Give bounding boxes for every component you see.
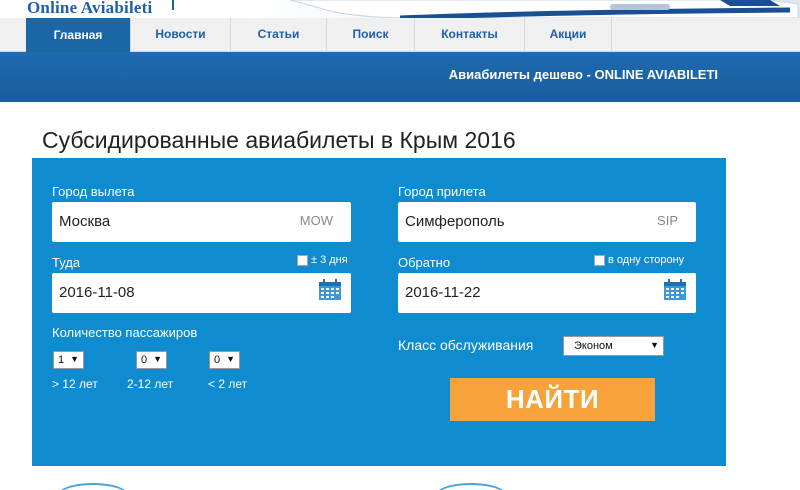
- header-airplane-image: [250, 0, 800, 18]
- nav-item-home[interactable]: Главная: [26, 18, 130, 52]
- nav-item-promotions[interactable]: Акции: [524, 18, 612, 52]
- nav-item-articles[interactable]: Статьи: [230, 18, 326, 52]
- children-select[interactable]: 0 ▼: [136, 351, 167, 369]
- children-age-label: 2-12 лет: [127, 377, 174, 391]
- site-banner: Авиабилеты дешево - ONLINE AVIABILETI: [0, 52, 800, 102]
- depart-date-label: Туда: [52, 255, 81, 270]
- one-way-checkbox[interactable]: [594, 254, 605, 266]
- to-city-label: Город прилета: [398, 184, 486, 199]
- return-date-label: Обратно: [398, 255, 451, 270]
- chevron-down-icon: ▼: [226, 354, 235, 364]
- infants-select[interactable]: 0 ▼: [209, 351, 240, 369]
- passengers-label: Количество пассажиров: [52, 325, 198, 340]
- one-way-option[interactable]: в одну сторону: [594, 254, 684, 266]
- to-city-code: SIP: [657, 213, 678, 228]
- chevron-down-icon: ▼: [70, 354, 79, 364]
- search-button[interactable]: НАЙТИ: [450, 378, 655, 421]
- from-city-label: Город вылета: [52, 184, 135, 199]
- to-city-value: Симферополь: [405, 213, 505, 230]
- return-date-value: 2016-11-22: [405, 284, 481, 301]
- adults-select-value: 1: [58, 354, 65, 366]
- adults-select[interactable]: 1 ▼: [53, 351, 84, 369]
- airplane-icon: [289, 0, 799, 18]
- to-city-field[interactable]: Симферополь SIP: [398, 202, 696, 242]
- depart-date-field[interactable]: 2016-11-08: [52, 273, 351, 313]
- banner-tagline: Авиабилеты дешево - ONLINE AVIABILETI: [448, 67, 718, 82]
- flex-dates-label: ± 3 дня: [311, 254, 348, 266]
- from-city-field[interactable]: Москва MOW: [52, 202, 351, 242]
- nav-item-news[interactable]: Новости: [130, 18, 230, 52]
- infants-select-value: 0: [214, 354, 221, 366]
- from-city-code: MOW: [299, 213, 333, 228]
- nav-item-search[interactable]: Поиск: [326, 18, 414, 52]
- from-city-value: Москва: [59, 213, 111, 230]
- flex-dates-option[interactable]: ± 3 дня: [297, 254, 348, 266]
- nav-item-contacts[interactable]: Контакты: [414, 18, 524, 52]
- adults-age-label: > 12 лет: [52, 377, 98, 391]
- flight-search-form: Город вылета Москва MOW Город прилета Си…: [32, 158, 726, 466]
- return-date-field[interactable]: 2016-11-22: [398, 273, 696, 313]
- one-way-label: в одну сторону: [608, 254, 685, 266]
- page-title: Субсидированные авиабилеты в Крым 2016: [42, 127, 516, 153]
- site-logo[interactable]: Online Aviabileti: [27, 0, 152, 18]
- chevron-down-icon: ▼: [153, 354, 162, 364]
- service-class-label: Класс обслуживания: [398, 337, 534, 353]
- service-class-select[interactable]: Эконом ▼: [563, 336, 664, 356]
- infants-age-label: < 2 лет: [208, 377, 248, 391]
- footer-circle-decoration: [436, 483, 506, 490]
- children-select-value: 0: [141, 354, 148, 366]
- flex-dates-checkbox[interactable]: [297, 254, 308, 266]
- site-header: Online Aviabileti: [0, 0, 800, 18]
- main-nav: Главная Новости Статьи Поиск Контакты Ак…: [0, 18, 800, 52]
- depart-date-value: 2016-11-08: [59, 284, 135, 301]
- footer-circle-decoration: [58, 483, 128, 490]
- calendar-icon[interactable]: [663, 279, 687, 301]
- service-class-value: Эконом: [574, 340, 613, 352]
- chevron-down-icon: ▼: [650, 340, 659, 350]
- logo-mark: [172, 0, 174, 10]
- calendar-icon[interactable]: [318, 279, 342, 301]
